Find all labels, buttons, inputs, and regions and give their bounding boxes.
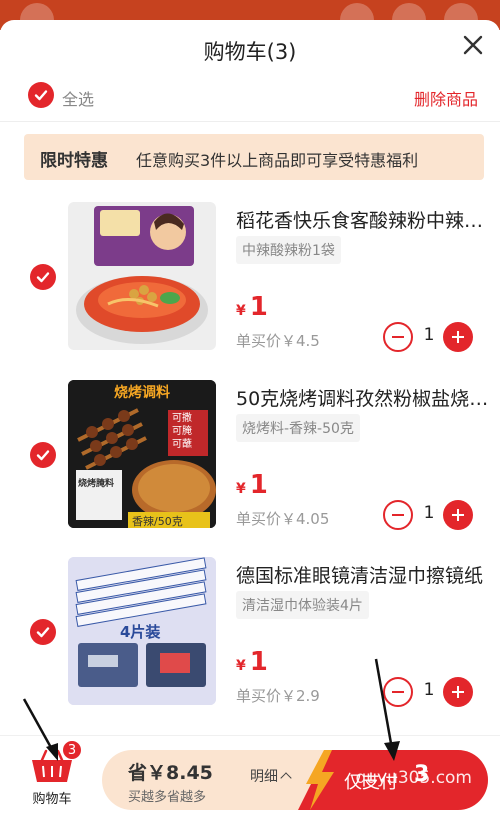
product-image[interactable]: 4片装 bbox=[68, 557, 216, 705]
cart-footer: 3 购物车 省￥8.45 买越多省越多 明细 仅支付 3 quyu305.com bbox=[0, 735, 500, 817]
check-icon bbox=[36, 272, 50, 283]
item-quantity[interactable]: 1 bbox=[418, 503, 440, 523]
checkout-bar: 省￥8.45 买越多省越多 明细 仅支付 3 quyu305.com bbox=[102, 750, 488, 810]
increase-quantity-button[interactable] bbox=[443, 322, 473, 352]
delete-items-button[interactable]: 删除商品 bbox=[414, 86, 478, 110]
image-title: 烧烤调料 bbox=[114, 385, 170, 401]
cart-button[interactable]: 3 购物车 bbox=[24, 740, 82, 808]
promo-text: 任意购买3件以上商品即可享受特惠福利 bbox=[136, 151, 419, 170]
savings-amount: 省￥8.45 bbox=[128, 762, 213, 784]
cart-item: 烧烤调料 可撒 可腌 可蘸 烧烤腌料 香辣/50克 50克烧烤调料孜然粉椒盐烧烤… bbox=[0, 380, 500, 540]
decrease-quantity-button[interactable] bbox=[383, 322, 413, 352]
cart-label: 购物车 bbox=[32, 792, 72, 807]
check-icon bbox=[36, 450, 50, 461]
promo-banner: 限时特惠 任意购买3件以上商品即可享受特惠福利 bbox=[24, 134, 484, 180]
item-single-price: 单买价￥2.9 bbox=[236, 687, 320, 705]
image-pack-label: 烧烤腌料 bbox=[78, 479, 115, 489]
savings-subtitle: 买越多省越多 bbox=[128, 790, 207, 805]
cart-item: 4片装 德国标准眼镜清洁湿巾擦镜纸 清洁湿巾体验装4片 ¥1 单买价￥2.9 1 bbox=[0, 557, 500, 717]
cart-item: 稻花香快乐食客酸辣粉中辣酸辣粉1袋 中辣酸辣粉1袋 ¥1 单买价￥4.5 1 bbox=[0, 202, 500, 362]
cart-sheet: 购物车(3) 全选 删除商品 限时特惠 任意购买3件以上商品即可享受特惠福利 稻… bbox=[0, 20, 500, 817]
item-single-price: 单买价￥4.5 bbox=[236, 332, 320, 350]
item-spec[interactable]: 清洁湿巾体验装4片 bbox=[236, 591, 369, 619]
image-weight-label: 香辣/50克 bbox=[132, 515, 183, 528]
sheet-header: 购物车(3) bbox=[0, 20, 500, 80]
watermark: quyu305.com bbox=[355, 768, 472, 788]
select-bar: 全选 删除商品 bbox=[0, 80, 500, 122]
close-icon[interactable] bbox=[462, 34, 484, 56]
product-image[interactable]: 烧烤调料 可撒 可腌 可蘸 烧烤腌料 香辣/50克 bbox=[68, 380, 216, 528]
item-single-price: 单买价￥4.05 bbox=[236, 510, 330, 528]
check-icon bbox=[36, 627, 50, 638]
item-checkbox[interactable] bbox=[30, 264, 56, 290]
item-name[interactable]: 稻花香快乐食客酸辣粉中辣酸辣粉1袋 bbox=[236, 206, 498, 233]
check-icon bbox=[34, 90, 48, 101]
promo-tag: 限时特惠 bbox=[40, 151, 108, 171]
item-price: ¥1 bbox=[236, 470, 268, 500]
cart-title: 购物车(3) bbox=[203, 40, 297, 64]
decrease-quantity-button[interactable] bbox=[383, 677, 413, 707]
image-badge: 可撒 可腌 可蘸 bbox=[172, 413, 192, 450]
lightning-icon bbox=[306, 750, 334, 810]
item-name[interactable]: 50克烧烤调料孜然粉椒盐烧烤料 bbox=[236, 384, 498, 411]
item-name[interactable]: 德国标准眼镜清洁湿巾擦镜纸 bbox=[236, 561, 498, 588]
item-spec[interactable]: 中辣酸辣粉1袋 bbox=[236, 236, 341, 264]
item-checkbox[interactable] bbox=[30, 619, 56, 645]
item-quantity[interactable]: 1 bbox=[418, 680, 440, 700]
chevron-up-icon bbox=[280, 772, 292, 784]
decrease-quantity-button[interactable] bbox=[383, 500, 413, 530]
select-all-checkbox[interactable] bbox=[28, 82, 54, 108]
image-pack-label: 4片装 bbox=[120, 623, 161, 641]
product-image[interactable] bbox=[68, 202, 216, 350]
item-price: ¥1 bbox=[236, 647, 268, 677]
detail-toggle[interactable]: 明细 bbox=[250, 766, 292, 786]
increase-quantity-button[interactable] bbox=[443, 500, 473, 530]
item-spec[interactable]: 烧烤料-香辣-50克 bbox=[236, 414, 360, 442]
detail-label[interactable]: 明细 bbox=[250, 769, 278, 785]
item-checkbox[interactable] bbox=[30, 442, 56, 468]
cart-count-badge: 3 bbox=[62, 740, 82, 760]
item-price: ¥1 bbox=[236, 292, 268, 322]
increase-quantity-button[interactable] bbox=[443, 677, 473, 707]
item-quantity[interactable]: 1 bbox=[418, 325, 440, 345]
select-all-label[interactable]: 全选 bbox=[62, 86, 94, 110]
